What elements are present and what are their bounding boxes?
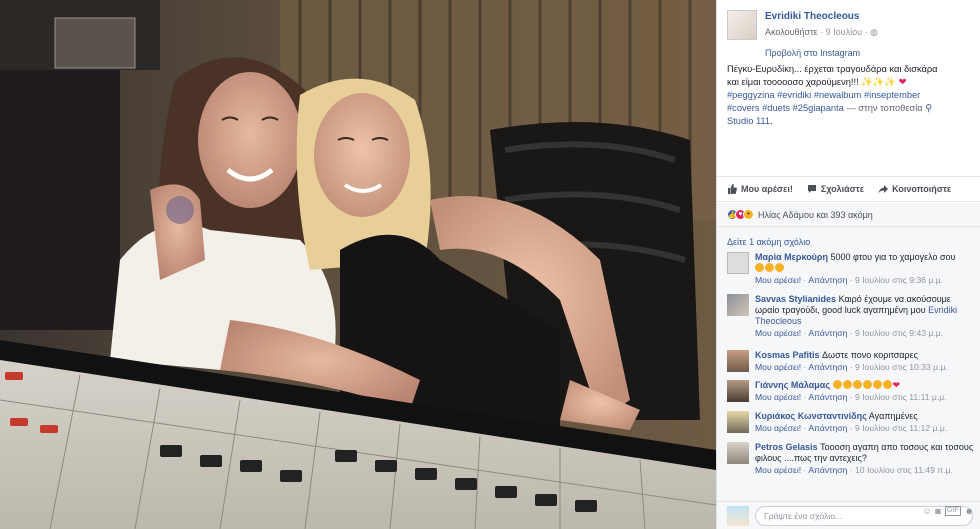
comment-time[interactable]: 10 Ιουλίου στις 11:49 π.μ. bbox=[855, 465, 953, 475]
comment-button[interactable]: Σχολιάστε bbox=[807, 184, 864, 194]
emoji-icon[interactable]: ☺ bbox=[922, 506, 931, 516]
commenter-name[interactable]: Μαρία Μερκούρη bbox=[755, 252, 828, 262]
instagram-link[interactable]: Προβολή στο Instagram bbox=[765, 48, 860, 58]
share-label: Κοινοποιήστε bbox=[892, 184, 952, 194]
post-sidebar: Evridiki Theocleous Ακολουθήστε · 9 Ιουλ… bbox=[716, 0, 980, 529]
location-suffix: . bbox=[770, 116, 773, 126]
commenter-name[interactable]: Savvas Stylianides bbox=[755, 294, 836, 304]
commenter-avatar[interactable] bbox=[727, 411, 749, 433]
post-photo[interactable] bbox=[0, 0, 716, 529]
post-text: Πέγκυ-Ευρυδίκη... έρχεται τραγουδάρα και… bbox=[727, 63, 975, 128]
reactions-count: Ηλίας Αδάμου και 393 ακόμη bbox=[758, 209, 873, 220]
comment-time[interactable]: 9 Ιουλίου στις 9:36 μ.μ. bbox=[855, 275, 943, 285]
comment-emojis bbox=[755, 263, 975, 274]
comment-time[interactable]: 9 Ιουλίου στις 11:11 μ.μ. bbox=[855, 392, 947, 402]
follow-link[interactable]: Ακολουθήστε bbox=[765, 27, 818, 37]
heart-emoji: ❤ bbox=[898, 77, 907, 87]
photo-image bbox=[0, 0, 716, 529]
commenter-name[interactable]: Γιάννης Μάλαμας bbox=[755, 380, 830, 390]
commenter-name[interactable]: Kosmas Pafitis bbox=[755, 350, 820, 360]
commenter-avatar[interactable] bbox=[727, 350, 749, 372]
gif-icon[interactable]: GIF bbox=[944, 506, 961, 516]
commenter-avatar[interactable] bbox=[727, 294, 749, 316]
comment-icon bbox=[807, 185, 816, 193]
comment-like-link[interactable]: Μου αρέσει! bbox=[755, 423, 801, 433]
post-text-line1: Πέγκυ-Ευρυδίκη... έρχεται τραγουδάρα και… bbox=[727, 64, 938, 74]
post-text-line2: και είμαι τοοοοοσο χαρούμενη!!! bbox=[727, 77, 859, 87]
comment-like-link[interactable]: Μου αρέσει! bbox=[755, 328, 801, 338]
comment-emojis: ❤ bbox=[832, 380, 900, 390]
comment-text: Δωστε πονο κοριτσαρες bbox=[822, 350, 918, 360]
comment-like-link[interactable]: Μου αρέσει! bbox=[755, 362, 801, 372]
comment-text: Αγαπημένες bbox=[868, 411, 918, 421]
author-name[interactable]: Evridiki Theocleous bbox=[765, 11, 859, 22]
comment-like-link[interactable]: Μου αρέσει! bbox=[755, 392, 801, 402]
comment-composer: Γράψτε ένα σχόλιο... ☺ ◙ GIF ☻ bbox=[717, 501, 980, 529]
post-date[interactable]: 9 Ιουλίου bbox=[826, 27, 862, 37]
comment-like-link[interactable]: Μου αρέσει! bbox=[755, 275, 801, 285]
comment-reply-link[interactable]: Απάντηση bbox=[808, 423, 847, 433]
comment-like-link[interactable]: Μου αρέσει! bbox=[755, 465, 801, 475]
like-label: Μου αρέσει! bbox=[741, 184, 793, 194]
post-header: Evridiki Theocleous Ακολουθήστε · 9 Ιουλ… bbox=[727, 8, 972, 58]
hashtags-line2[interactable]: #covers #duets #25giapanta bbox=[727, 103, 844, 113]
location-pin-icon: ⚲ bbox=[925, 103, 933, 113]
commenter-name[interactable]: Κυριάκος Κωνσταντινίδης bbox=[755, 411, 867, 421]
like-button[interactable]: Μου αρέσει! bbox=[727, 184, 793, 194]
current-user-avatar bbox=[727, 506, 749, 526]
comment-reply-link[interactable]: Απάντηση bbox=[808, 465, 847, 475]
post-actions: Μου αρέσει! Σχολιάστε Κοινοποιήστε bbox=[717, 176, 980, 202]
hashtags-line1[interactable]: #peggyzina #evridiki #newalbum #inseptem… bbox=[727, 90, 920, 100]
wow-reaction-icon: • bbox=[743, 209, 754, 220]
location-prefix: — στην τοποθεσία bbox=[846, 103, 923, 113]
commenter-avatar[interactable] bbox=[727, 380, 749, 402]
post-meta: Ακολουθήστε · 9 Ιουλίου · ◍ bbox=[765, 27, 878, 38]
comment-reply-link[interactable]: Απάντηση bbox=[808, 275, 847, 285]
comment-time[interactable]: 9 Ιουλίου στις 10:33 μ.μ. bbox=[855, 362, 948, 372]
comments-list: Δείτε 1 ακόμη σχόλιο Μαρία Μερκούρη 5000… bbox=[717, 227, 980, 501]
reaction-icons: 👍 ♥ • bbox=[727, 209, 754, 220]
comment-reply-link[interactable]: Απάντηση bbox=[808, 328, 847, 338]
comment-label: Σχολιάστε bbox=[820, 184, 865, 194]
commenter-name[interactable]: Petros Gelasis bbox=[755, 442, 818, 452]
comment-text: 5000 φτου για το χαμογελο σου bbox=[830, 252, 956, 262]
commenter-avatar[interactable] bbox=[727, 252, 749, 274]
author-avatar[interactable] bbox=[727, 10, 757, 40]
view-more-comments[interactable]: Δείτε 1 ακόμη σχόλιο bbox=[727, 237, 810, 247]
sticker-icon[interactable]: ☻ bbox=[965, 506, 974, 516]
share-button[interactable]: Κοινοποιήστε bbox=[878, 184, 951, 194]
comment-reply-link[interactable]: Απάντηση bbox=[808, 392, 847, 402]
location-link[interactable]: Studio 111 bbox=[727, 116, 770, 126]
commenter-avatar[interactable] bbox=[727, 442, 749, 464]
camera-icon[interactable]: ◙ bbox=[935, 506, 940, 516]
comment-time[interactable]: 9 Ιουλίου στις 11:12 μ.μ. bbox=[855, 423, 947, 433]
share-icon bbox=[878, 185, 889, 194]
globe-icon: ◍ bbox=[870, 27, 878, 37]
comment-reply-link[interactable]: Απάντηση bbox=[808, 362, 847, 372]
sparkle-emoji: ✨✨✨ bbox=[861, 77, 896, 87]
thumbs-up-icon bbox=[728, 184, 737, 194]
reactions-bar[interactable]: 👍 ♥ • Ηλίας Αδάμου και 393 ακόμη bbox=[717, 203, 980, 227]
composer-icons: ☺ ◙ GIF ☻ bbox=[922, 506, 974, 516]
comment-time[interactable]: 9 Ιουλίου στις 9:43 μ.μ. bbox=[855, 328, 943, 338]
